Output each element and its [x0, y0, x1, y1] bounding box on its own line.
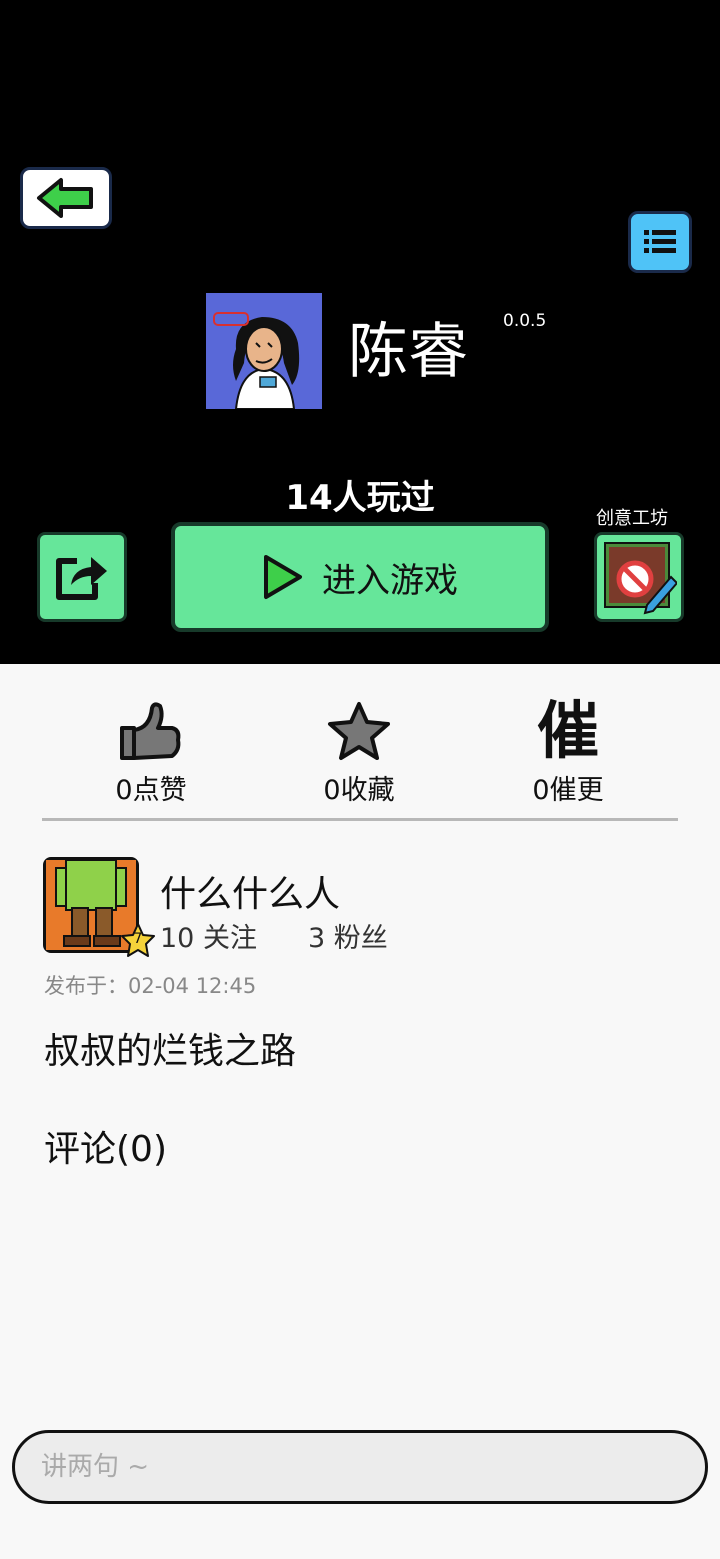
workshop-label: 创意工坊	[596, 508, 668, 529]
share-button[interactable]	[37, 532, 127, 622]
workshop-edit-icon	[604, 542, 677, 615]
level-number: 7	[133, 931, 143, 947]
author-name[interactable]: 什么什么人	[160, 865, 340, 917]
favorite-count: 0收藏	[323, 775, 395, 806]
like-stat[interactable]: 0点赞	[61, 696, 241, 807]
menu-button[interactable]	[628, 211, 692, 273]
play-icon	[264, 555, 302, 599]
list-icon	[644, 230, 676, 253]
comment-input-wrapper[interactable]	[12, 1430, 708, 1504]
game-cover-image	[206, 293, 322, 409]
enter-game-button[interactable]: 进入游戏	[171, 522, 549, 632]
favorite-stat[interactable]: 0收藏	[269, 696, 449, 807]
level-badge: 7	[120, 922, 156, 958]
follow-count: 10 关注	[160, 923, 257, 954]
publish-date: 发布于：02-04 12:45	[44, 974, 257, 998]
urge-update-stat[interactable]: 催 0催更	[478, 696, 658, 807]
like-count: 0点赞	[115, 775, 187, 806]
star-icon	[328, 702, 390, 760]
thumbs-up-icon	[120, 702, 181, 760]
game-version: 0.0.5	[503, 311, 547, 331]
game-title: 陈睿	[348, 317, 468, 387]
arrow-left-icon	[37, 178, 93, 218]
back-button[interactable]	[20, 167, 112, 229]
comments-heading: 评论(0)	[44, 1129, 167, 1170]
enter-game-label: 进入游戏	[322, 560, 458, 601]
divider	[42, 818, 678, 821]
comment-input[interactable]	[15, 1433, 705, 1501]
workshop-button[interactable]	[594, 532, 684, 622]
author-avatar[interactable]: 7	[43, 857, 155, 957]
cui-icon: 催	[536, 694, 599, 767]
game-description: 叔叔的烂钱之路	[44, 1031, 297, 1072]
urge-update-count: 0催更	[532, 775, 604, 806]
share-icon	[56, 557, 107, 600]
fans-count: 3 粉丝	[308, 923, 388, 954]
